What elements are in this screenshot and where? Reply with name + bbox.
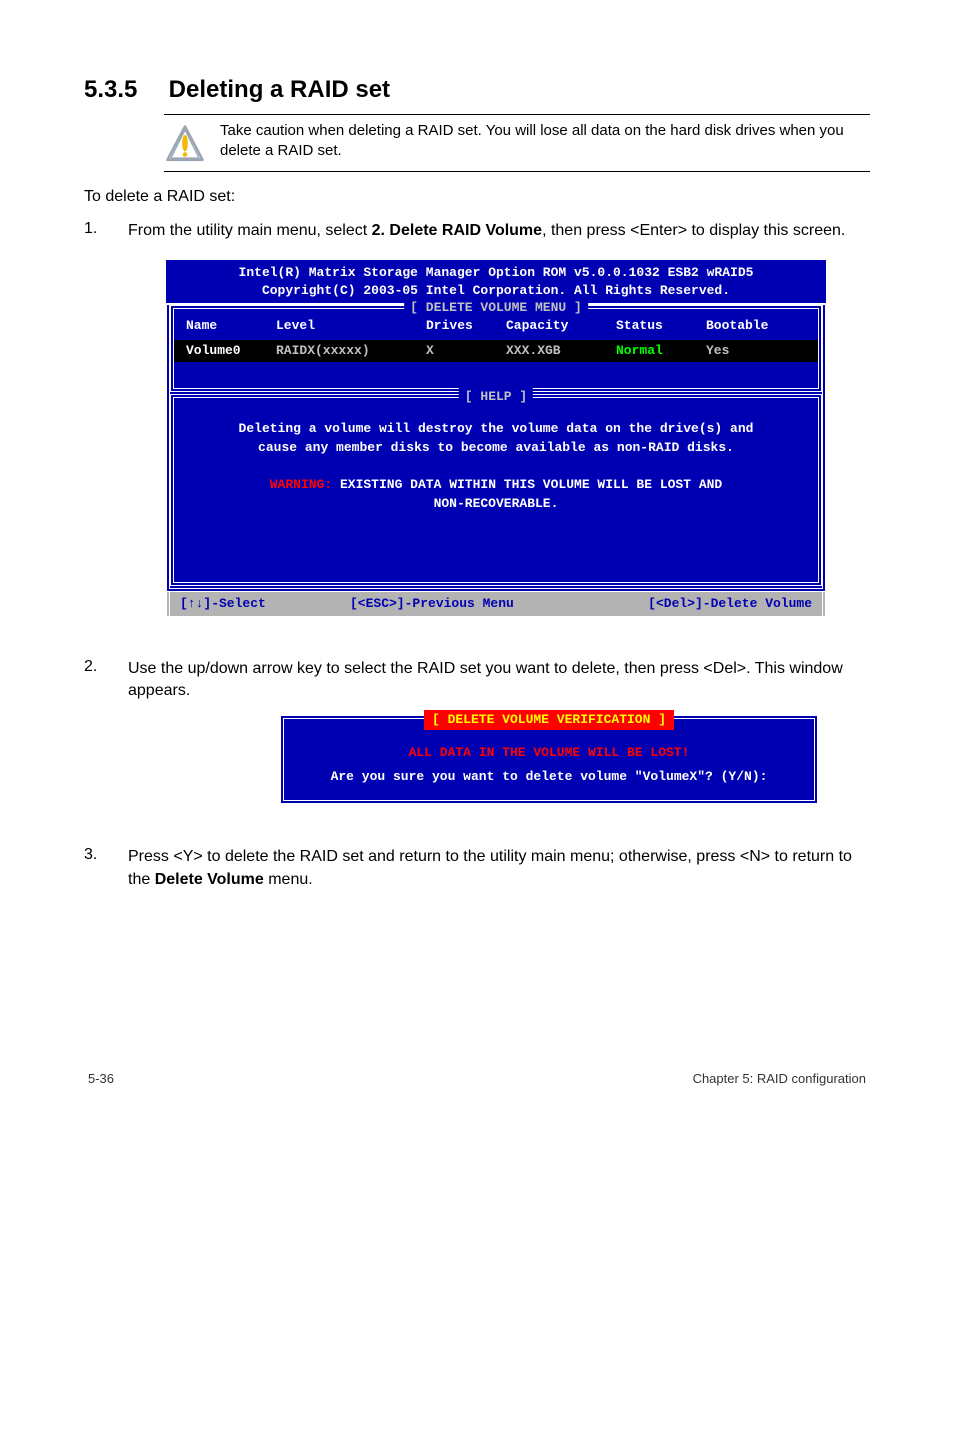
bios-header-l1: Intel(R) Matrix Storage Manager Option R… (172, 264, 820, 282)
cell-name: Volume0 (186, 342, 276, 360)
step1-post: , then press <Enter> to display this scr… (542, 222, 845, 239)
caution-box: Take caution when deleting a RAID set. Y… (164, 114, 870, 172)
delete-confirm-dialog: [ DELETE VOLUME VERIFICATION ] ALL DATA … (280, 715, 818, 805)
delete-volume-menu-legend: [ DELETE VOLUME MENU ] (404, 299, 588, 317)
step1-bold: 2. Delete RAID Volume (372, 222, 542, 239)
col-level: Level (276, 317, 426, 335)
step2-text: Use the up/down arrow key to select the … (128, 660, 843, 699)
cell-drives: X (426, 342, 506, 360)
footer-select[interactable]: [↑↓]-Select (180, 595, 350, 613)
col-capacity: Capacity (506, 317, 616, 335)
help-legend: [ HELP ] (459, 388, 533, 406)
chapter-label: Chapter 5: RAID configuration (693, 1071, 866, 1086)
section-number: 5.3.5 (84, 76, 162, 104)
bios-header-l2: Copyright(C) 2003-05 Intel Corporation. … (172, 282, 820, 300)
caution-icon (164, 123, 206, 165)
step-1: From the utility main menu, select 2. De… (84, 220, 870, 638)
help-warning-l2: NON-RECOVERABLE. (196, 495, 796, 514)
col-name: Name (186, 317, 276, 335)
delete-volume-menu: [ DELETE VOLUME MENU ] Name Level Drives… (170, 305, 822, 391)
bios-screen: Intel(R) Matrix Storage Manager Option R… (166, 260, 826, 616)
footer-delete[interactable]: [<Del>]-Delete Volume (602, 595, 812, 613)
col-drives: Drives (426, 317, 506, 335)
cell-capacity: XXX.XGB (506, 342, 616, 360)
dialog-question: Are you sure you want to delete volume "… (294, 768, 804, 786)
step3-post: menu. (264, 871, 313, 888)
bios-footer: [↑↓]-Select [<ESC>]-Previous Menu [<Del>… (166, 592, 826, 616)
page-footer: 5-36 Chapter 5: RAID configuration (84, 1071, 870, 1086)
table-row[interactable]: Volume0 RAIDX(xxxxx) X XXX.XGB Normal Ye… (174, 340, 818, 362)
help-warning-l1: WARNING: EXISTING DATA WITHIN THIS VOLUM… (196, 476, 796, 495)
help-l1: Deleting a volume will destroy the volum… (196, 420, 796, 439)
table-header-row: Name Level Drives Capacity Status Bootab… (182, 315, 810, 337)
step-2: Use the up/down arrow key to select the … (84, 658, 870, 826)
section-title-text: Deleting a RAID set (169, 76, 390, 103)
step3-bold: Delete Volume (155, 871, 264, 888)
dialog-title: [ DELETE VOLUME VERIFICATION ] (424, 710, 674, 730)
section-heading: 5.3.5 Deleting a RAID set (84, 76, 870, 104)
intro-text: To delete a RAID set: (84, 188, 870, 206)
cell-bootable: Yes (706, 342, 806, 360)
dialog-warning: ALL DATA IN THE VOLUME WILL BE LOST! (294, 744, 804, 762)
step-3: Press <Y> to delete the RAID set and ret… (84, 846, 870, 891)
col-status: Status (616, 317, 706, 335)
step1-pre: From the utility main menu, select (128, 222, 372, 239)
page-number: 5-36 (88, 1071, 114, 1086)
cell-status: Normal (616, 342, 706, 360)
cell-level: RAIDX(xxxxx) (276, 342, 426, 360)
caution-text: Take caution when deleting a RAID set. Y… (220, 121, 870, 162)
help-warn-rest: EXISTING DATA WITHIN THIS VOLUME WILL BE… (332, 477, 722, 492)
footer-previous-menu[interactable]: [<ESC>]-Previous Menu (350, 595, 602, 613)
col-bootable: Bootable (706, 317, 806, 335)
bios-header: Intel(R) Matrix Storage Manager Option R… (166, 260, 826, 303)
help-l2: cause any member disks to become availab… (196, 439, 796, 458)
help-warn-prefix: WARNING: (270, 477, 332, 492)
help-panel: [ HELP ] Deleting a volume will destroy … (170, 394, 822, 586)
